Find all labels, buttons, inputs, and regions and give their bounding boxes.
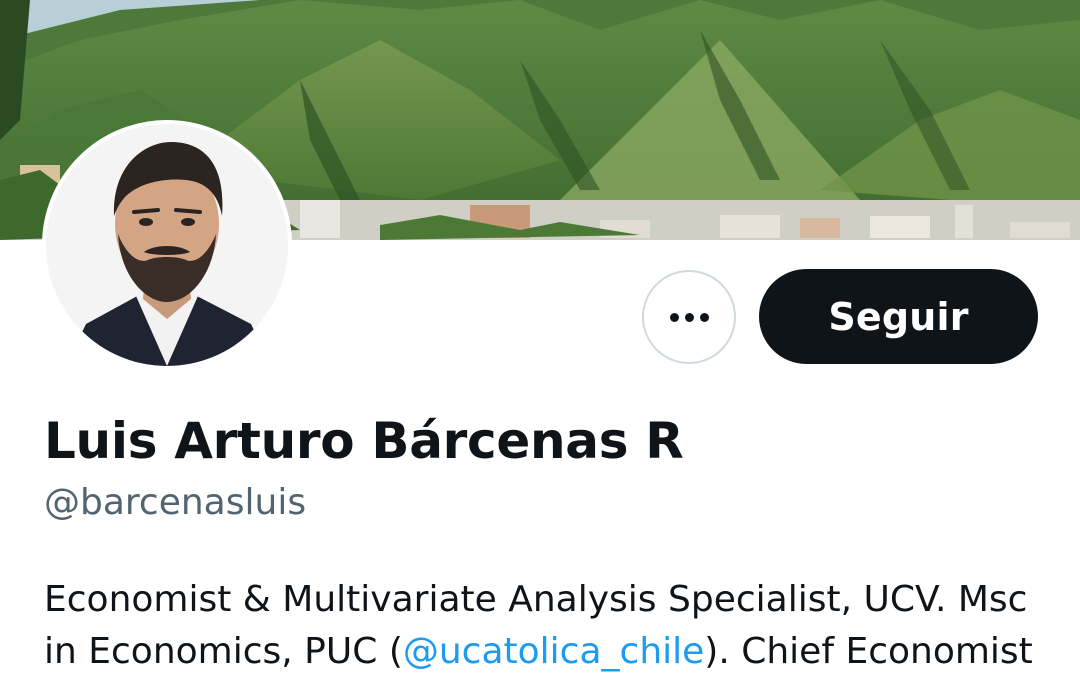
profile-handle: @barcenasluis [44, 482, 307, 523]
follow-button-label: Seguir [828, 294, 969, 339]
more-horizontal-icon [669, 312, 679, 322]
more-horizontal-icon [684, 312, 694, 322]
profile-display-name: Luis Arturo Bárcenas R [44, 412, 684, 470]
follow-button[interactable]: Seguir [759, 269, 1038, 364]
bio-text: ). Chief Economist [704, 631, 1033, 672]
bio-mention-link[interactable]: @ucatolica_chile [403, 631, 704, 672]
bio-line: in Economics, PUC (@ucatolica_chile). Ch… [44, 626, 1054, 675]
more-options-button[interactable] [642, 270, 736, 364]
bio-line: Economist & Multivariate Analysis Specia… [44, 579, 1028, 620]
more-horizontal-icon [699, 312, 709, 322]
bio-text: in Economics, PUC ( [44, 631, 403, 672]
profile-page: Seguir Luis Arturo Bárcenas R @barcenasl… [0, 0, 1080, 675]
profile-bio: Economist & Multivariate Analysis Specia… [44, 574, 1054, 675]
profile-avatar[interactable] [42, 120, 292, 370]
